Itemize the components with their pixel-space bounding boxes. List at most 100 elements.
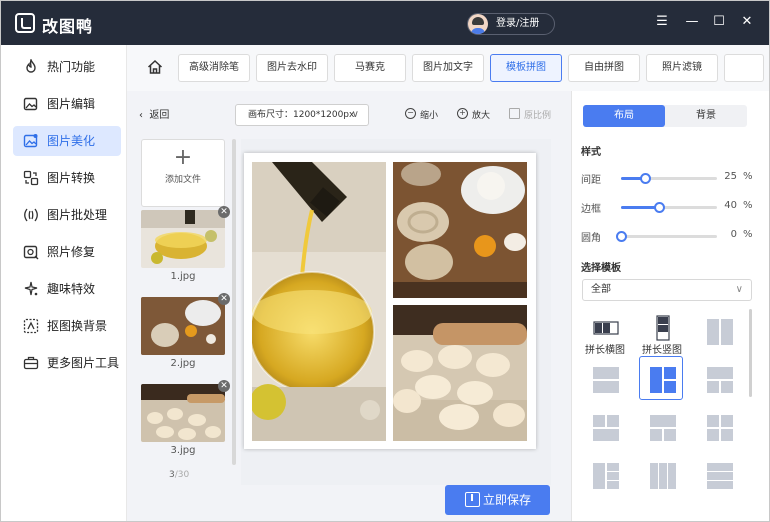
original-ratio-label: 原比例 xyxy=(524,111,552,121)
thumbnail-3[interactable] xyxy=(141,384,225,442)
sidebar-item-convert[interactable]: 图片转换 xyxy=(13,163,121,193)
tab-free-collage[interactable]: 自由拼图 xyxy=(568,54,640,82)
sidebar-item-label: 更多图片工具 xyxy=(47,356,120,370)
sidebar-item-batch[interactable]: 图片批处理 xyxy=(13,200,121,230)
save-button[interactable]: 立即保存 xyxy=(445,485,550,515)
grid-layout-icon xyxy=(707,463,733,489)
thumbnail-image xyxy=(141,384,225,442)
sidebar-item-label: 趣味特效 xyxy=(47,282,96,296)
template-10[interactable] xyxy=(583,453,627,497)
remove-thumbnail-1-icon[interactable]: ✕ xyxy=(218,206,230,218)
thumbnail-scrollbar[interactable] xyxy=(232,139,236,465)
grid-layout-icon xyxy=(707,415,733,441)
template-12[interactable] xyxy=(697,453,741,497)
slider-handle[interactable] xyxy=(616,231,627,242)
template-7[interactable] xyxy=(583,405,627,449)
tab-photo-filter[interactable]: 照片滤镜 xyxy=(646,54,718,82)
sidebar-item-cutout[interactable]: 抠图换背景 xyxy=(13,311,121,341)
long-horizontal-icon xyxy=(593,321,619,335)
tab-layout[interactable]: 布局 xyxy=(583,105,665,127)
toolbox-icon xyxy=(23,356,39,370)
maximize-icon[interactable]: ☐ xyxy=(711,14,727,30)
cutout-icon xyxy=(23,318,39,334)
minimize-icon[interactable]: — xyxy=(684,14,700,30)
dough-photo xyxy=(393,305,527,441)
border-slider-row: 边框 40 % xyxy=(581,200,753,215)
sidebar-item-label: 图片批处理 xyxy=(47,208,108,222)
radius-slider[interactable] xyxy=(616,231,717,242)
sparkle-icon xyxy=(24,281,38,296)
template-9[interactable] xyxy=(697,405,741,449)
template-scrollbar[interactable] xyxy=(749,309,752,397)
slider-handle[interactable] xyxy=(640,173,651,184)
slider-handle[interactable] xyxy=(654,202,666,213)
collage-slot-top-right[interactable] xyxy=(393,162,527,298)
sidebar-item-effects[interactable]: 趣味特效 xyxy=(13,274,121,304)
tab-watermark[interactable]: 图片去水印 xyxy=(256,54,328,82)
back-button[interactable]: ‹ 返回 xyxy=(139,106,169,121)
template-6[interactable] xyxy=(697,357,741,401)
add-file-button[interactable]: + 添加文件 xyxy=(141,139,225,207)
original-ratio-button[interactable]: 原比例 xyxy=(509,108,551,121)
file-count: 3/30 xyxy=(169,470,189,480)
sidebar-item-label: 图片转换 xyxy=(47,171,96,185)
home-icon[interactable] xyxy=(147,59,163,75)
menu-icon[interactable]: ☰ xyxy=(654,14,670,30)
template-long-vertical-label: 拼长竖图 xyxy=(642,345,682,356)
sidebar-item-more-tools[interactable]: 更多图片工具 xyxy=(13,348,121,378)
thumbnail-2[interactable] xyxy=(141,297,225,355)
template-heading: 选择模板 xyxy=(581,263,621,274)
radius-unit: % xyxy=(743,229,753,240)
template-filter-value: 全部 xyxy=(591,284,611,295)
spacing-slider[interactable] xyxy=(621,173,717,184)
image-beautify-icon xyxy=(23,134,38,148)
zoom-in-label: 放大 xyxy=(472,111,491,121)
collage-slot-left[interactable] xyxy=(252,162,386,441)
template-11[interactable] xyxy=(640,453,684,497)
tab-add-text[interactable]: 图片加文字 xyxy=(412,54,484,82)
sidebar-item-edit[interactable]: 图片编辑 xyxy=(13,89,121,119)
app-window: 改图鸭 登录/注册 ☰ — ☐ ✕ 热门功能 图片编辑 图片美化 图片转换 图片… xyxy=(0,0,770,522)
avatar[interactable] xyxy=(468,14,488,34)
one-plus-two-layout-icon xyxy=(650,367,676,393)
zoom-out-button[interactable]: − 缩小 xyxy=(405,108,438,121)
template-4[interactable] xyxy=(583,357,627,401)
border-unit: % xyxy=(743,200,753,211)
chevron-down-icon: ∨ xyxy=(351,109,359,120)
sidebar: 热门功能 图片编辑 图片美化 图片转换 图片批处理 照片修复 趣味特效 抠图换背… xyxy=(1,45,127,521)
remove-thumbnail-3-icon[interactable]: ✕ xyxy=(218,380,230,392)
template-3[interactable] xyxy=(697,309,741,353)
collage-canvas[interactable] xyxy=(244,153,536,449)
collage-slot-bottom-right[interactable] xyxy=(393,305,527,441)
remove-thumbnail-2-icon[interactable]: ✕ xyxy=(218,293,230,305)
template-8[interactable] xyxy=(640,405,684,449)
tab-mosaic[interactable]: 马赛克 xyxy=(334,54,406,82)
grid-layout-icon xyxy=(593,463,619,489)
add-file-label: 添加文件 xyxy=(164,175,201,185)
radius-slider-row: 圆角 0 % xyxy=(581,229,753,244)
template-5-selected[interactable] xyxy=(639,356,683,400)
back-label: 返回 xyxy=(149,110,170,121)
sidebar-item-label: 抠图换背景 xyxy=(47,319,108,333)
save-label: 立即保存 xyxy=(483,493,532,507)
tab-more[interactable] xyxy=(724,54,764,82)
tab-background[interactable]: 背景 xyxy=(665,105,747,127)
border-slider[interactable] xyxy=(621,202,717,213)
template-filter-select[interactable]: 全部 ∨ xyxy=(582,279,752,301)
tab-eraser[interactable]: 高级消除笔 xyxy=(178,54,250,82)
close-icon[interactable]: ✕ xyxy=(739,14,755,30)
chevron-down-icon: ∨ xyxy=(735,284,743,295)
thumbnail-1[interactable] xyxy=(141,210,225,268)
original-ratio-icon xyxy=(509,108,520,119)
canvas-size-select[interactable]: 画布尺寸：1200*1200px ∨ xyxy=(235,104,369,126)
sidebar-item-beautify[interactable]: 图片美化 xyxy=(13,126,121,156)
thumbnail-3-label: 3.jpg xyxy=(170,445,196,456)
app-title: 改图鸭 xyxy=(42,17,94,36)
sidebar-item-repair[interactable]: 照片修复 xyxy=(13,237,121,267)
zoom-in-button[interactable]: + 放大 xyxy=(457,108,490,121)
plus-icon: + xyxy=(173,145,193,170)
border-value: 40 xyxy=(724,200,737,211)
radius-value: 0 xyxy=(730,229,737,240)
sidebar-item-hot[interactable]: 热门功能 xyxy=(13,52,121,82)
tab-template-collage[interactable]: 模板拼图 xyxy=(490,54,562,82)
